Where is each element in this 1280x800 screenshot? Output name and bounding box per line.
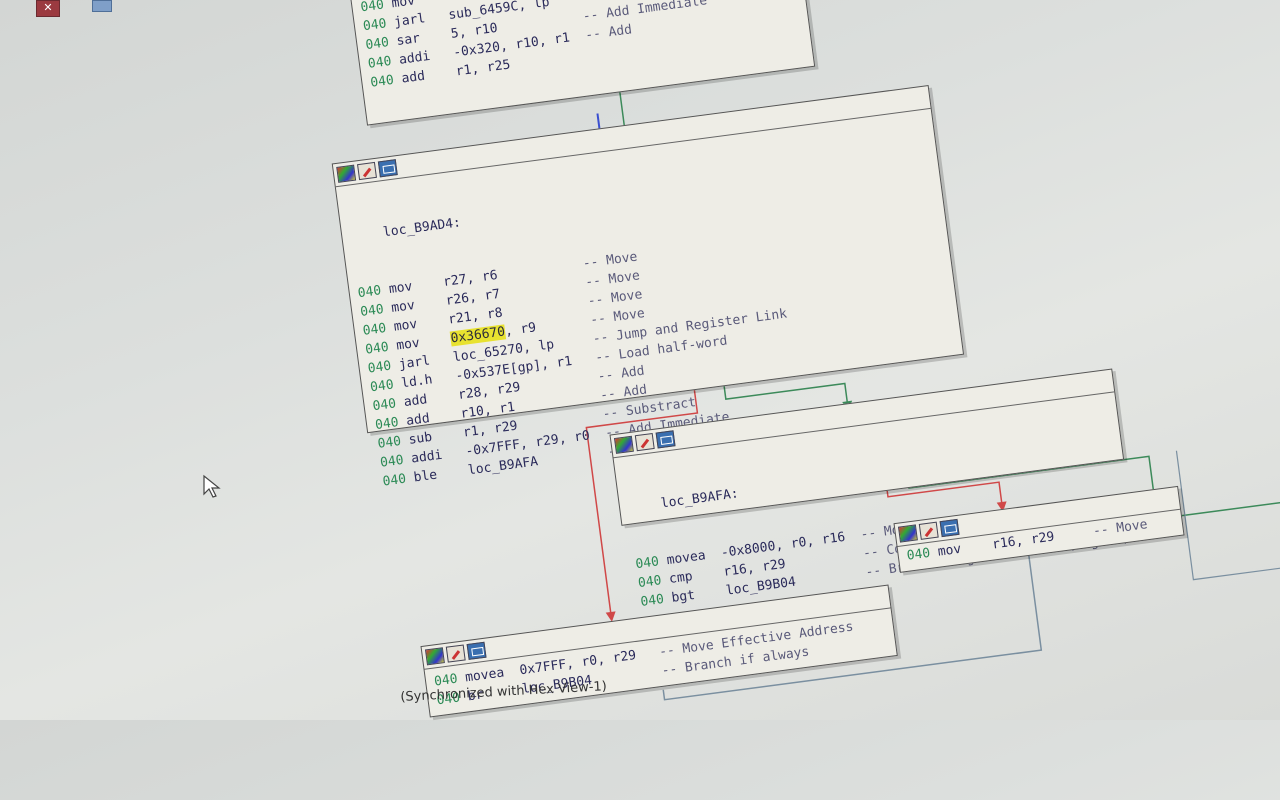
color-palette-icon[interactable] xyxy=(613,435,634,454)
graph-canvas[interactable]: ✕ 040 movr20, 040 jarlsub_6459C, l xyxy=(0,0,1280,720)
segment-prefix: 040 xyxy=(379,452,405,471)
window-toolbar: ✕ xyxy=(0,0,300,17)
edit-pencil-icon[interactable] xyxy=(357,161,377,181)
color-palette-icon[interactable] xyxy=(897,524,918,543)
window-tab-button[interactable] xyxy=(92,0,112,12)
edge-gray-right xyxy=(1175,450,1280,581)
segment-prefix: 040 xyxy=(634,554,660,573)
operand-text: r16, r29 xyxy=(991,529,1056,553)
edit-pencil-icon[interactable] xyxy=(918,521,939,540)
operand-text: r1, r25 xyxy=(454,57,512,80)
flow-graph: 040 movr20, 040 jarlsub_6459C, lp-- Shif… xyxy=(0,0,1280,800)
segment-prefix: 040 xyxy=(364,339,390,358)
segment-prefix: 040 xyxy=(362,16,388,35)
instruction-comment: -- Move xyxy=(1092,517,1149,540)
close-icon[interactable]: ✕ xyxy=(36,0,60,17)
segment-prefix: 040 xyxy=(369,72,395,91)
edit-pencil-icon[interactable] xyxy=(445,644,466,663)
graph-view-icon[interactable] xyxy=(466,641,487,660)
segment-prefix: 040 xyxy=(359,302,385,321)
segment-prefix: 040 xyxy=(364,35,390,54)
color-palette-icon[interactable] xyxy=(336,164,357,183)
segment-prefix: 040 xyxy=(356,283,383,302)
mnemonic[interactable]: mov xyxy=(937,536,994,562)
segment-prefix: 040 xyxy=(371,396,398,415)
graph-view-icon[interactable] xyxy=(655,430,676,449)
edit-pencil-icon[interactable] xyxy=(634,432,655,452)
graph-view-icon[interactable] xyxy=(939,518,960,538)
segment-prefix: 040 xyxy=(639,591,665,610)
segment-prefix: 040 xyxy=(905,545,932,564)
segment-prefix: 040 xyxy=(374,415,400,434)
color-palette-icon[interactable] xyxy=(424,647,445,666)
segment-prefix: 040 xyxy=(381,471,408,490)
segment-prefix: 040 xyxy=(361,320,388,339)
operand-text: , r9 xyxy=(504,320,538,340)
segment-prefix: 040 xyxy=(367,53,393,72)
mouse-pointer-icon xyxy=(203,474,221,498)
segment-prefix: 040 xyxy=(366,358,393,377)
segment-prefix: 040 xyxy=(369,377,395,396)
segment-prefix: 040 xyxy=(376,433,403,452)
graph-view-icon[interactable] xyxy=(377,159,398,178)
segment-prefix: 040 xyxy=(359,0,385,16)
segment-prefix: 040 xyxy=(637,573,663,592)
